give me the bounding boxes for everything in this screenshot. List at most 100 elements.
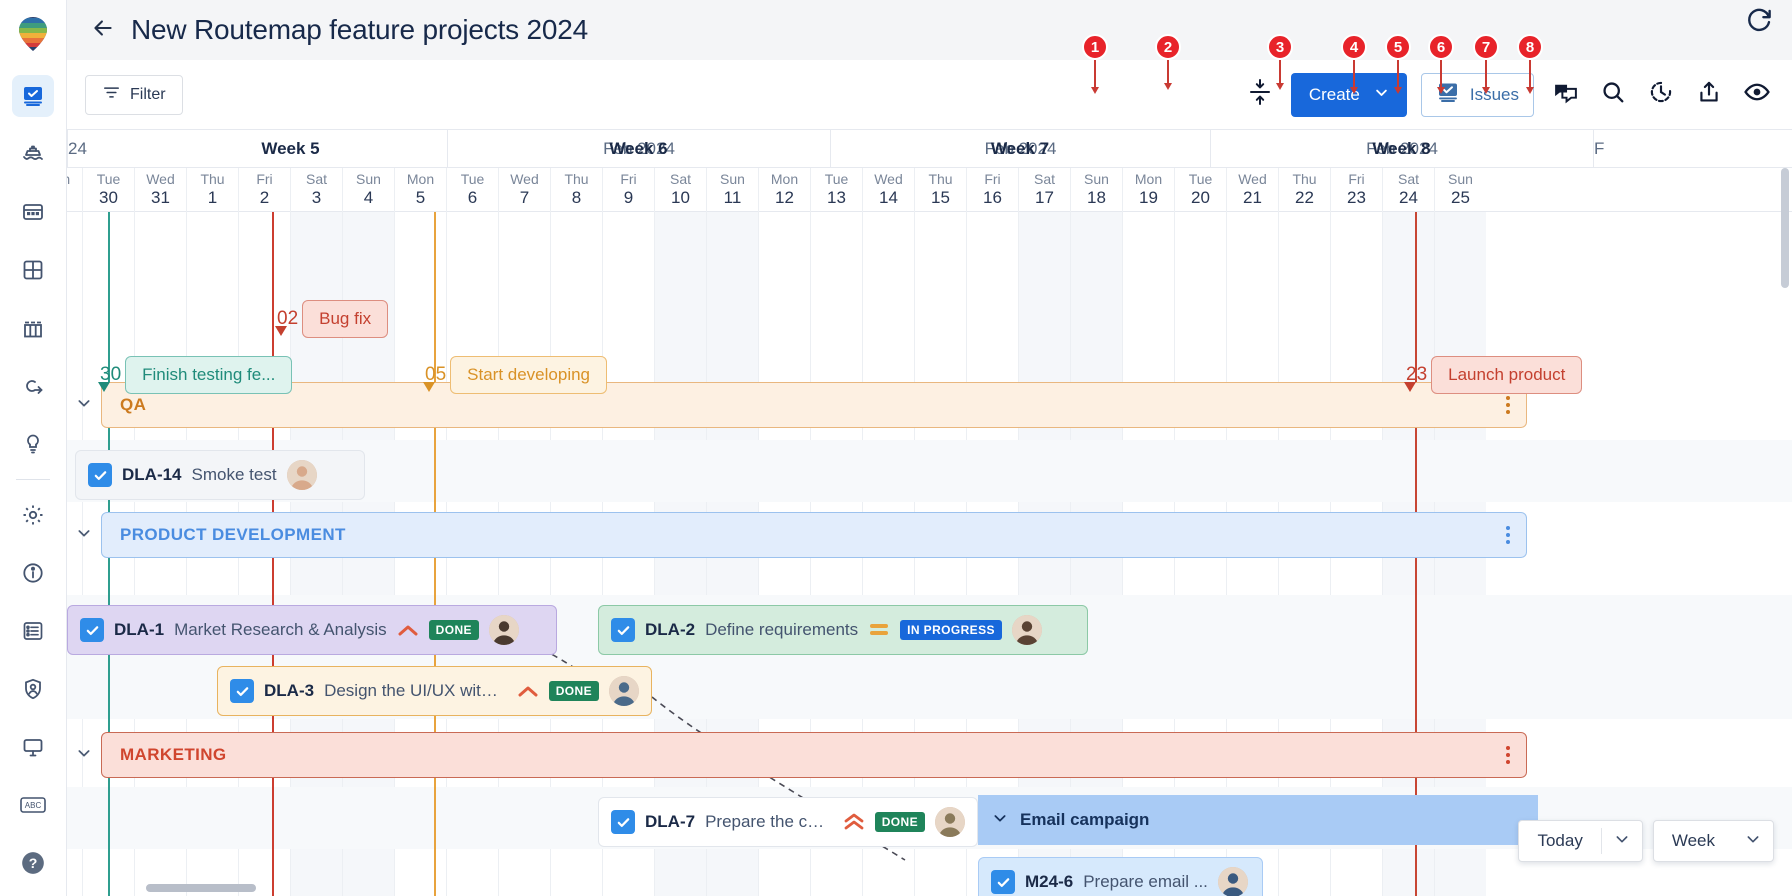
milestone-start-developing[interactable]: 05Start developing: [425, 356, 607, 394]
milestone-finish-testing[interactable]: 30Finish testing fe...: [100, 356, 292, 394]
group-bar[interactable]: PRODUCT DEVELOPMENT: [101, 512, 1527, 558]
day-of-week: Thu: [564, 172, 588, 187]
milestone-bug-fix[interactable]: 02Bug fix: [277, 300, 388, 338]
today-button[interactable]: Today: [1519, 831, 1600, 851]
day-number: 2: [260, 189, 269, 208]
sidebar-item-idea[interactable]: [12, 423, 54, 465]
group-more-menu[interactable]: [1506, 746, 1510, 764]
group-collapse-toggle[interactable]: [67, 525, 101, 546]
sidebar-item-display[interactable]: [12, 726, 54, 768]
milestone-label[interactable]: Bug fix: [302, 300, 388, 338]
day-of-week: Sun: [1084, 172, 1109, 187]
milestone-marker: [98, 382, 110, 392]
sidebar-item-quadrant[interactable]: [12, 249, 54, 291]
day-number: 23: [1347, 189, 1366, 208]
milestone-label[interactable]: Start developing: [450, 356, 607, 394]
task-checkbox[interactable]: [80, 618, 104, 642]
group-collapse-toggle[interactable]: [67, 395, 101, 416]
range-label[interactable]: Week: [1654, 831, 1733, 851]
milestone-marker: [275, 326, 287, 336]
timeline-week-label: Week 8: [1210, 130, 1593, 168]
avatar[interactable]: [489, 615, 519, 645]
timeline-view[interactable]: 24Feb 2024Feb 2024Feb 2024FWeek 5Week 6W…: [67, 130, 1792, 896]
search-button[interactable]: [1596, 78, 1630, 112]
avatar[interactable]: [609, 676, 639, 706]
sidebar-item-help[interactable]: ?: [12, 842, 54, 884]
refresh-icon: [1744, 21, 1774, 38]
day-number: 11: [724, 189, 742, 208]
group-product-development[interactable]: PRODUCT DEVELOPMENT: [67, 512, 1792, 558]
share-button[interactable]: [1692, 78, 1726, 112]
sidebar-item-list[interactable]: [12, 610, 54, 652]
task-checkbox[interactable]: [611, 810, 635, 834]
day-of-week: Sun: [1448, 172, 1473, 187]
timeline-day-cell: Fri 23: [1330, 168, 1382, 212]
timeline-day-cell: Wed21: [1226, 168, 1278, 212]
arrow-left-icon: [90, 15, 116, 46]
task-summary: Design the UI/UX with loc...: [324, 681, 507, 701]
avatar[interactable]: [935, 807, 965, 837]
task-dla-1[interactable]: DLA-1Market Research & AnalysisDONE: [67, 605, 557, 655]
today-dropdown[interactable]: [1602, 831, 1642, 852]
refresh-button[interactable]: [1744, 4, 1774, 39]
status-badge: DONE: [875, 812, 925, 832]
group-collapse-toggle[interactable]: [67, 745, 101, 766]
avatar[interactable]: [287, 460, 317, 490]
day-number: 10: [671, 189, 690, 208]
sidebar-item-sprint[interactable]: [12, 365, 54, 407]
sidebar-item-columns[interactable]: [12, 307, 54, 349]
milestone-label[interactable]: Finish testing fe...: [125, 356, 292, 394]
sidebar-item-board[interactable]: [12, 75, 54, 117]
task-dla-3[interactable]: DLA-3Design the UI/UX with loc...DONE: [217, 666, 652, 716]
sidebar-item-abc[interactable]: ABC: [12, 784, 54, 826]
day-number: 31: [151, 189, 170, 208]
task-key: DLA-3: [264, 681, 314, 701]
task-key: DLA-14: [122, 465, 182, 485]
vertical-scroll-thumb[interactable]: [1781, 168, 1789, 288]
lightbulb-icon: [21, 432, 45, 456]
group-email-campaign[interactable]: Email campaign: [978, 795, 1538, 845]
collapse-rows-button[interactable]: [1243, 78, 1277, 112]
day-of-week: Sat: [306, 172, 327, 187]
day-of-week: Tue: [461, 172, 485, 187]
horizontal-scroll-thumb[interactable]: [146, 884, 256, 892]
task-checkbox[interactable]: [611, 618, 635, 642]
app-logo[interactable]: [0, 0, 66, 67]
task-checkbox[interactable]: [88, 463, 112, 487]
sidebar-item-ship[interactable]: [12, 133, 54, 175]
milestone-label[interactable]: Launch product: [1431, 356, 1582, 394]
filter-button[interactable]: Filter: [85, 75, 183, 115]
vertical-scrollbar[interactable]: [1781, 168, 1789, 876]
issues-button[interactable]: Issues: [1421, 73, 1534, 117]
group-bar[interactable]: MARKETING: [101, 732, 1527, 778]
task-checkbox[interactable]: [230, 679, 254, 703]
day-of-week: Fri: [1348, 172, 1364, 187]
group-bar[interactable]: QA: [101, 382, 1527, 428]
timeline-day-cell: Thu22: [1278, 168, 1330, 212]
chevron-down-icon: [76, 525, 92, 546]
horizontal-scrollbar[interactable]: [78, 884, 1770, 892]
task-dla-14[interactable]: DLA-14Smoke test: [75, 450, 365, 500]
day-number: 25: [1451, 189, 1470, 208]
task-dla-2[interactable]: DLA-2Define requirementsIN PROGRESS: [598, 605, 1088, 655]
sidebar-item-info[interactable]: [12, 552, 54, 594]
back-button[interactable]: [85, 12, 121, 48]
history-button[interactable]: [1644, 78, 1678, 112]
create-button[interactable]: Create: [1291, 73, 1407, 117]
avatar[interactable]: [1012, 615, 1042, 645]
sidebar-item-settings[interactable]: [12, 494, 54, 536]
sidebar-item-permissions[interactable]: [12, 668, 54, 710]
status-badge: IN PROGRESS: [900, 620, 1002, 640]
day-number: 20: [1191, 189, 1210, 208]
range-dropdown[interactable]: [1733, 831, 1773, 852]
group-marketing[interactable]: MARKETING: [67, 732, 1792, 778]
group-more-menu[interactable]: [1506, 526, 1510, 544]
task-dla-7[interactable]: DLA-7Prepare the code...DONE: [598, 797, 978, 847]
group-more-menu[interactable]: [1506, 396, 1510, 414]
priority-highest-icon: [843, 812, 865, 832]
milestone-launch-product[interactable]: 23Launch product: [1406, 356, 1582, 394]
watch-button[interactable]: [1740, 78, 1774, 112]
timeline-body[interactable]: 02Bug fix 30Finish testing fe... 05Start d…: [67, 212, 1792, 896]
comments-button[interactable]: [1548, 78, 1582, 112]
sidebar-item-grid[interactable]: [12, 191, 54, 233]
